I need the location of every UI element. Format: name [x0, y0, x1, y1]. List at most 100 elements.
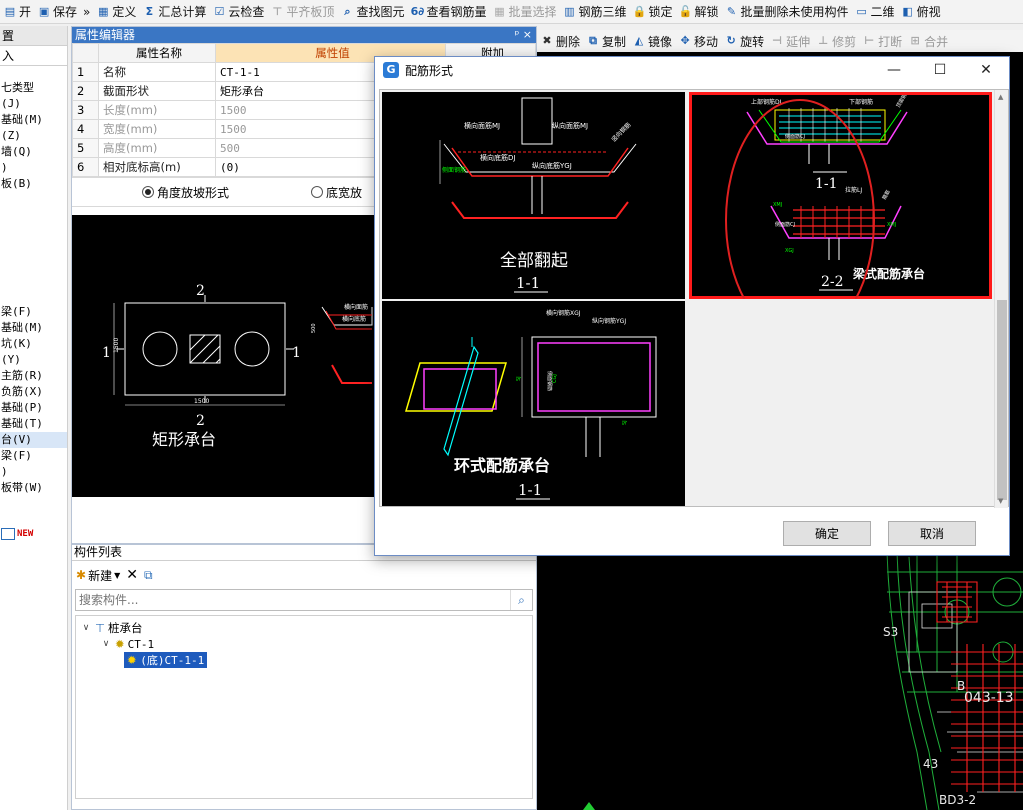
rebar-label: 竖向钢筋: [610, 121, 633, 144]
component-type-item[interactable]: (Z): [0, 128, 67, 144]
component-type-item[interactable]: (J): [0, 96, 67, 112]
component-type-item[interactable]: 基础(M): [0, 320, 67, 336]
toolbar-item-6[interactable]: ⊤ 平齐板顶: [267, 1, 337, 23]
component-type-item[interactable]: [0, 192, 67, 208]
copy-icon[interactable]: ⧉: [144, 568, 153, 583]
panel-subheader[interactable]: 入: [0, 46, 67, 66]
radio-bottom-width[interactable]: 底宽放: [311, 184, 362, 201]
align-top-icon: ⊤: [272, 4, 283, 18]
toolbar-item-9[interactable]: ▦ 批量选择: [489, 1, 559, 23]
component-type-item[interactable]: (Y): [0, 352, 67, 368]
component-type-item[interactable]: ): [0, 160, 67, 176]
scroll-up-icon[interactable]: ▲: [998, 93, 1003, 101]
toolbar-item-10[interactable]: ▥ 钢筋三维: [559, 1, 629, 23]
copy-icon: ⧉: [589, 34, 597, 47]
rebar-form-dialog: G 配筋形式 — ☐ ✕ 横向面筋MJ 纵向面筋MJ 横向底筋DJ 纵向底筋YG…: [374, 56, 1010, 556]
toolbar-item-4[interactable]: Σ 汇总计算: [139, 1, 209, 23]
toolbar-item-7[interactable]: ⌕ 查找图元: [337, 1, 407, 23]
gallery-scrollbar[interactable]: ▲ ▼: [994, 90, 1008, 508]
edit-tool-0[interactable]: ✖ 删除: [537, 30, 583, 52]
toolbar-item-14[interactable]: ▭ 二维: [852, 1, 898, 23]
edit-tool-3[interactable]: ✥ 移动: [675, 30, 721, 52]
component-type-item[interactable]: [0, 208, 67, 224]
component-type-item[interactable]: 台(V): [0, 432, 67, 448]
dim-side: 500: [311, 323, 317, 333]
ok-button[interactable]: 确定: [783, 521, 871, 546]
option-ring-type-cap[interactable]: 横向钢筋XGJ 纵向钢筋YGJ 侧面钢筋 CGJ SJ SJ 环式配筋承台 1-…: [382, 301, 685, 506]
property-editor-title: 属性编辑器 ᵖ ×: [72, 27, 536, 43]
component-type-item[interactable]: 七类型: [0, 80, 67, 96]
row-number: 6: [72, 157, 99, 177]
component-type-item[interactable]: ): [0, 464, 67, 480]
option-beam-type-cap[interactable]: 上部钢筋DJ 下部钢筋 侧面筋CJ 顶面钢筋 拉筋LJ 侧面筋CJ 箍筋 XMJ…: [689, 92, 992, 299]
cancel-button[interactable]: 取消: [888, 521, 976, 546]
tree-node-root[interactable]: ∨ ⊤ 桩承台: [76, 620, 532, 636]
search-icon[interactable]: ⌕: [510, 590, 532, 610]
radio-angle-slope[interactable]: 角度放坡形式: [142, 184, 229, 201]
option-full-bent-up[interactable]: 横向面筋MJ 纵向面筋MJ 横向底筋DJ 纵向底筋YGJ 侧面钢筋 竖向钢筋 全…: [382, 92, 685, 299]
component-type-item[interactable]: 梁(F): [0, 304, 67, 320]
toolbar-item-5[interactable]: ☑ 云检查: [209, 1, 267, 23]
collapse-icon[interactable]: ∨: [80, 623, 92, 633]
edit-tool-label: 延伸: [786, 34, 811, 49]
component-type-item[interactable]: 基础(M): [0, 112, 67, 128]
edit-tool-6[interactable]: ⊥ 修剪: [813, 30, 859, 52]
edit-tool-8[interactable]: ⊞ 合并: [905, 30, 951, 52]
minimize-icon[interactable]: —: [871, 57, 917, 83]
component-type-item[interactable]: 负筋(X): [0, 384, 67, 400]
radio-label: 角度放坡形式: [157, 185, 230, 200]
toolbar-item-3[interactable]: ▦ 定义: [93, 1, 139, 23]
toolbar-item-label: 汇总计算: [158, 5, 207, 19]
tree-node-label: 桩承台: [108, 621, 143, 635]
edit-tool-4[interactable]: ↻ 旋转: [721, 30, 767, 52]
toolbar-item-2[interactable]: »: [80, 1, 93, 23]
close-icon[interactable]: ✕: [963, 57, 1009, 83]
row-number: 5: [72, 138, 99, 158]
edit-tool-2[interactable]: ◭ 镜像: [629, 30, 675, 52]
tree-node-leaf[interactable]: ✹ (底)CT-1-1: [76, 652, 532, 668]
toolbar-item-15[interactable]: ◧ 俯视: [898, 1, 944, 23]
toolbar-item-1[interactable]: ▣ 保存: [34, 1, 80, 23]
tree-node-child[interactable]: ∨ ✹ CT-1: [76, 636, 532, 652]
toolbar-item-12[interactable]: 🔓 解锁: [676, 1, 722, 23]
component-type-item[interactable]: 墙(Q): [0, 144, 67, 160]
rebar-label: 横向钢筋XGJ: [546, 309, 581, 317]
grid-icon: [1, 528, 15, 540]
dim-width: 1500: [194, 398, 209, 405]
search-input[interactable]: [76, 590, 510, 610]
edit-tool-5[interactable]: ⊣ 延伸: [767, 30, 813, 52]
component-type-item[interactable]: 梁(F): [0, 448, 67, 464]
chevron-down-icon: ▼: [114, 570, 121, 580]
new-button[interactable]: ✱ 新建 ▼: [76, 567, 120, 584]
cad-red-rebar: [936, 581, 1023, 792]
property-name: 高度(mm): [98, 138, 216, 158]
component-type-item[interactable]: 主筋(R): [0, 368, 67, 384]
edit-tool-label: 打断: [878, 34, 903, 49]
edit-tool-7[interactable]: ⊢ 打断: [859, 30, 905, 52]
edit-tool-1[interactable]: ⧉ 复制: [583, 30, 629, 52]
selected-tree-node[interactable]: ✹ (底)CT-1-1: [124, 652, 208, 668]
component-type-item[interactable]: 基础(T): [0, 416, 67, 432]
component-type-item[interactable]: [0, 256, 67, 272]
collapse-icon[interactable]: ∨: [100, 639, 112, 649]
component-type-item[interactable]: [0, 288, 67, 304]
maximize-icon[interactable]: ☐: [917, 57, 963, 83]
scrollbar-thumb[interactable]: [997, 300, 1007, 500]
toolbar-item-8[interactable]: 6∂ 查看钢筋量: [407, 1, 489, 23]
component-type-item[interactable]: 基础(P): [0, 400, 67, 416]
component-type-item[interactable]: [0, 272, 67, 288]
component-type-item[interactable]: 坑(K): [0, 336, 67, 352]
component-type-item[interactable]: 板(B): [0, 176, 67, 192]
pin-icon[interactable]: ᵖ ×: [515, 27, 532, 43]
component-type-item[interactable]: 板带(W): [0, 480, 67, 496]
toolbar-item-13[interactable]: ✎ 批量删除未使用构件: [722, 1, 852, 23]
toolbar-item-11[interactable]: 🔒 锁定: [630, 1, 676, 23]
toolbar-item-0[interactable]: ▤ 开: [0, 1, 34, 23]
scroll-down-icon[interactable]: ▼: [998, 497, 1003, 505]
delete-icon[interactable]: ✕: [126, 567, 138, 583]
toolbar-item-label: 钢筋三维: [578, 5, 627, 19]
search-box: ⌕: [75, 589, 533, 611]
component-type-item[interactable]: [0, 224, 67, 240]
rebar-3d-icon: ▥: [564, 4, 575, 18]
component-type-item[interactable]: [0, 240, 67, 256]
